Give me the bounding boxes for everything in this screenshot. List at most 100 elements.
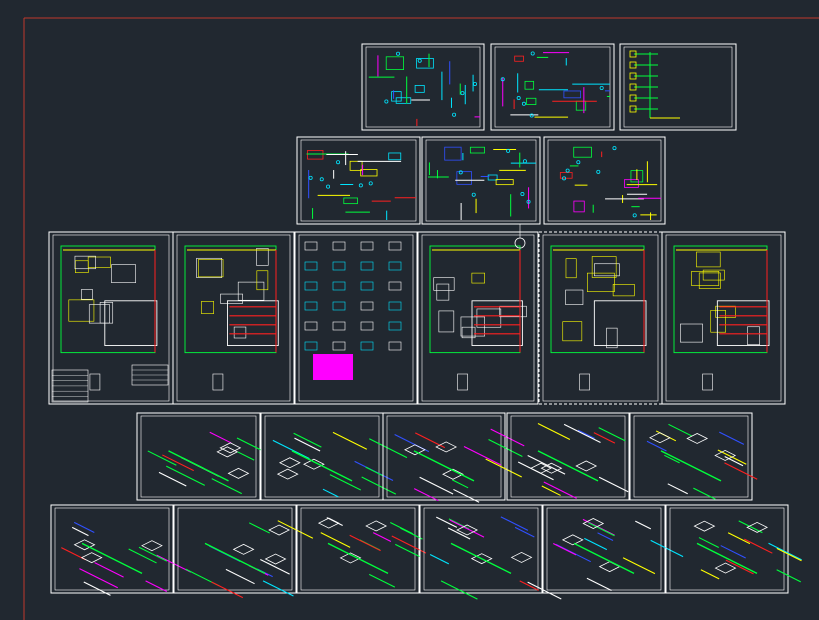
equipment-box bbox=[573, 146, 592, 158]
iso-equipment bbox=[365, 520, 388, 532]
iso-pipe bbox=[326, 517, 343, 526]
drawing-sheet-r3-4[interactable] bbox=[417, 231, 539, 405]
room-outline bbox=[438, 310, 455, 333]
hall-block bbox=[593, 300, 647, 346]
room-outline bbox=[565, 258, 577, 279]
room-outline bbox=[747, 326, 760, 345]
drawing-sheet-r4-5[interactable] bbox=[629, 412, 758, 501]
iso-pipe bbox=[369, 438, 408, 459]
iso-equipment bbox=[268, 524, 290, 536]
iso-pipe bbox=[519, 580, 539, 591]
iso-main-run bbox=[291, 450, 353, 482]
room-outline bbox=[256, 248, 269, 266]
drawing-sheet-r3-3[interactable] bbox=[294, 231, 418, 405]
drawing-sheet-r4-3[interactable] bbox=[382, 412, 525, 503]
valve-symbol bbox=[599, 86, 604, 91]
equipment-box bbox=[414, 85, 425, 93]
iso-equipment bbox=[80, 552, 103, 564]
sheet-inner-frame bbox=[176, 234, 291, 402]
room-outline bbox=[68, 299, 95, 322]
valve-symbol bbox=[612, 146, 617, 151]
equipment-box bbox=[526, 97, 537, 105]
iso-pipe bbox=[237, 451, 255, 461]
iso-pipe bbox=[586, 577, 612, 591]
valve-symbol bbox=[516, 96, 521, 101]
equipment-box bbox=[395, 97, 412, 104]
detail-symbol bbox=[360, 241, 374, 251]
drawing-sheet-r5-2[interactable] bbox=[173, 504, 314, 599]
valve-symbol bbox=[521, 101, 526, 106]
detail-symbol bbox=[388, 281, 402, 291]
equipment-box bbox=[559, 172, 573, 179]
valve-symbol bbox=[460, 91, 465, 96]
room-outline bbox=[606, 327, 618, 349]
detail-box bbox=[212, 373, 224, 391]
iso-equipment bbox=[582, 518, 605, 529]
drawing-sheet-r5-3[interactable] bbox=[296, 504, 427, 594]
drawing-sheet-r3-1[interactable] bbox=[48, 231, 174, 405]
iso-equipment bbox=[303, 458, 325, 470]
equipment-box bbox=[514, 55, 524, 62]
sheet-inner-frame bbox=[510, 415, 626, 498]
drawing-sheet-r4-4[interactable] bbox=[506, 412, 630, 501]
drawing-sheet-r4-2[interactable] bbox=[260, 412, 408, 501]
equipment-box bbox=[388, 152, 402, 161]
iso-pipe bbox=[128, 548, 157, 564]
sheet-inner-frame bbox=[542, 234, 659, 402]
room-outline bbox=[75, 260, 89, 273]
iso-pipe bbox=[725, 559, 754, 575]
detail-symbol bbox=[360, 301, 374, 311]
valve-symbol bbox=[472, 81, 477, 86]
drawing-sheet-r1-1[interactable] bbox=[361, 43, 485, 131]
iso-equipment bbox=[232, 543, 255, 555]
detail-symbol bbox=[332, 301, 346, 311]
drawing-sheet-r3-2[interactable] bbox=[172, 231, 295, 405]
detail-box bbox=[457, 373, 468, 391]
iso-pipe bbox=[537, 422, 571, 440]
drawing-sheet-r2-1[interactable] bbox=[296, 136, 421, 225]
detail-symbol bbox=[388, 341, 402, 351]
drawing-sheet-r1-2[interactable] bbox=[490, 43, 615, 131]
equipment-box bbox=[416, 57, 434, 69]
drawing-sheet-r4-1[interactable] bbox=[136, 412, 261, 501]
room-outline bbox=[696, 251, 721, 268]
sheet-inner-frame bbox=[665, 234, 782, 402]
equipment-box bbox=[524, 80, 535, 90]
equipment-box bbox=[573, 200, 585, 213]
iso-pipe bbox=[209, 431, 232, 444]
drawing-sheet-r1-3[interactable] bbox=[619, 43, 737, 131]
valve-symbol bbox=[336, 160, 341, 165]
valve-symbol bbox=[308, 175, 313, 180]
drawing-sheet-r3-5[interactable] bbox=[538, 231, 663, 405]
drawing-canvas[interactable] bbox=[0, 0, 819, 620]
drawing-sheet-r2-3[interactable] bbox=[543, 136, 666, 225]
drawing-sheet-r5-6[interactable] bbox=[665, 504, 802, 594]
room-outline bbox=[220, 293, 243, 304]
drawing-sheet-r3-6[interactable] bbox=[661, 231, 786, 405]
iso-pipe bbox=[166, 465, 205, 486]
drawing-sheet-r5-1[interactable] bbox=[50, 504, 191, 596]
valve-symbol bbox=[529, 113, 534, 118]
iso-equipment bbox=[561, 534, 584, 546]
detail-symbol bbox=[388, 301, 402, 311]
room-outline bbox=[74, 255, 96, 270]
detail-symbol bbox=[388, 241, 402, 251]
iso-equipment bbox=[141, 540, 163, 552]
iso-pipe bbox=[598, 476, 629, 493]
equipment-box bbox=[349, 160, 363, 171]
iso-equipment bbox=[317, 517, 340, 529]
iso-equipment bbox=[278, 457, 301, 469]
iso-equipment bbox=[598, 561, 621, 573]
room-outline bbox=[201, 301, 214, 314]
detail-symbol bbox=[304, 341, 318, 351]
room-outline bbox=[81, 289, 93, 300]
room-outline bbox=[612, 284, 635, 297]
drawing-sheet-r5-5[interactable] bbox=[542, 504, 684, 594]
iso-equipment bbox=[264, 553, 287, 565]
iso-pipe bbox=[727, 532, 751, 545]
iso-equipment bbox=[276, 468, 299, 480]
detail-symbol bbox=[304, 301, 318, 311]
drawing-sheet-r5-4[interactable] bbox=[419, 504, 562, 600]
equipment-box bbox=[456, 171, 472, 185]
drawing-sheet-r2-2[interactable] bbox=[421, 136, 541, 225]
